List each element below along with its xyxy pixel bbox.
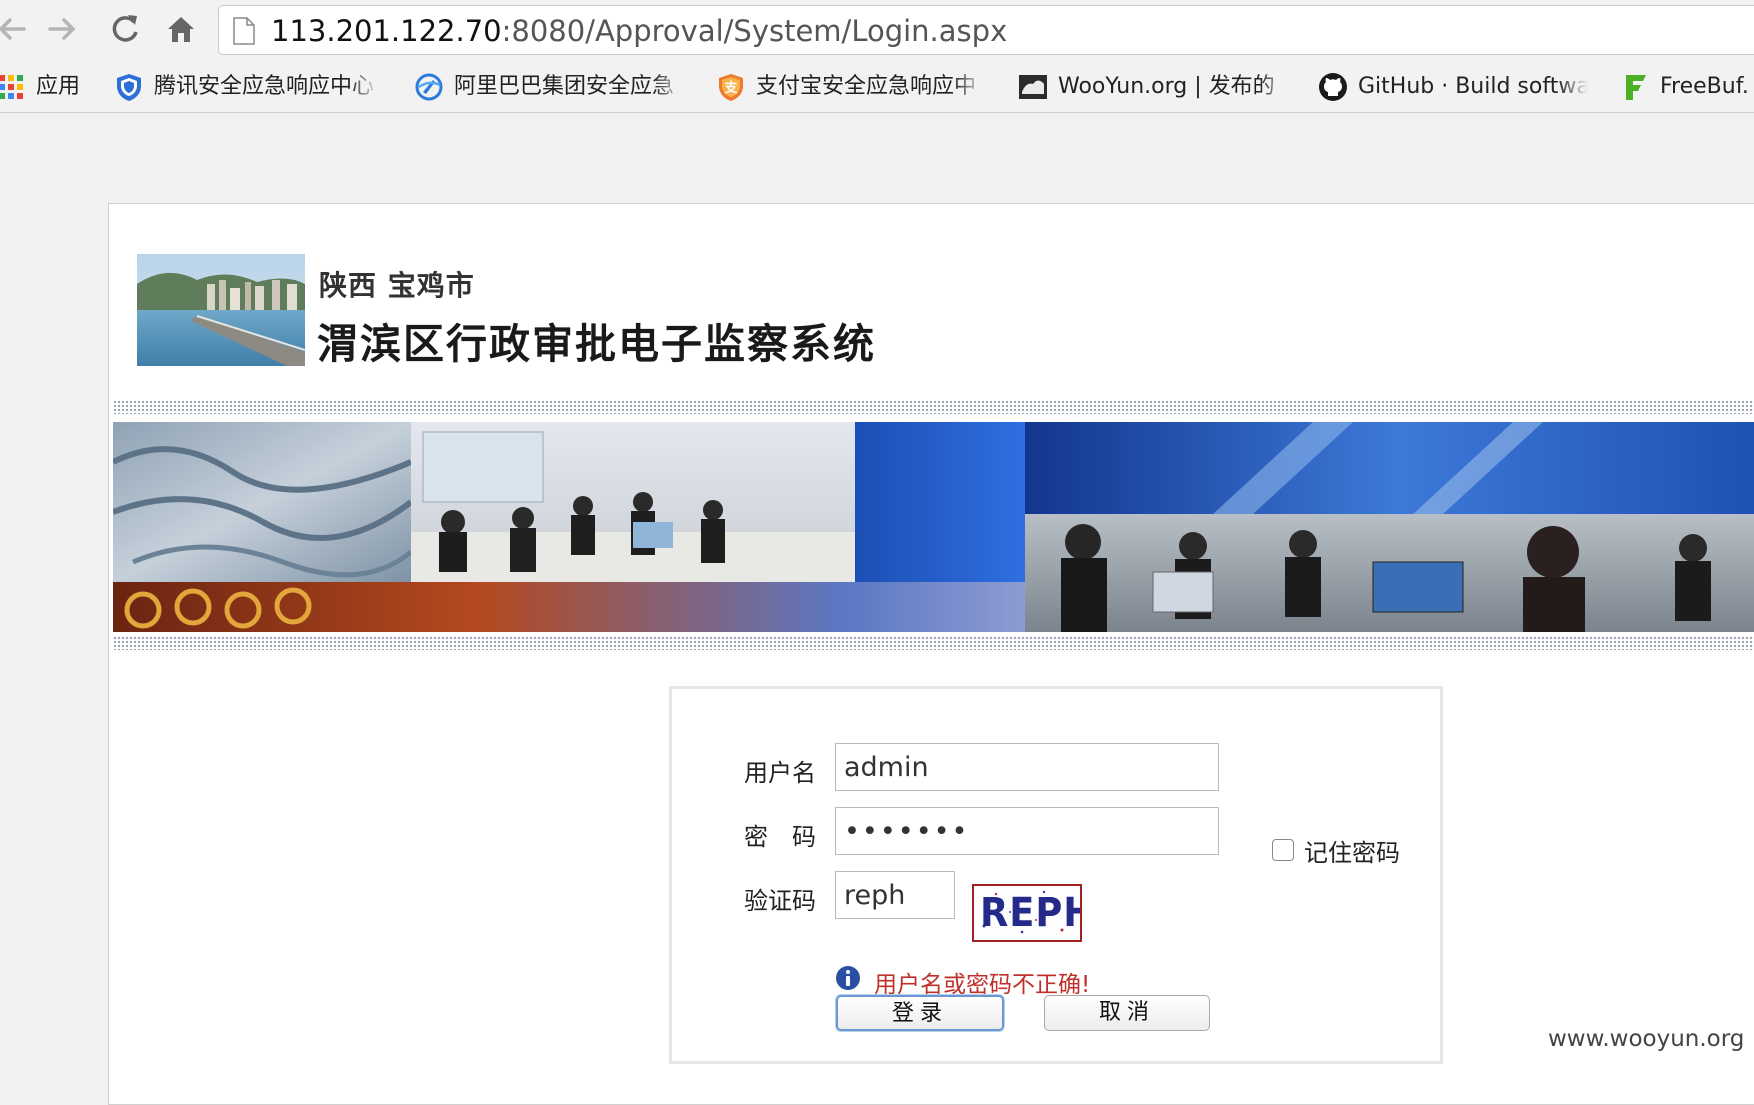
- bookmarks-bar: 应用 腾讯安全应急响应中心 阿里巴巴集团安全应急 支 支付宝安全应急响应中 Wo…: [0, 62, 1754, 113]
- alipay-shield-icon: 支: [719, 74, 743, 101]
- bookmark-alipay-security[interactable]: 支 支付宝安全应急响应中: [716, 70, 986, 104]
- url-path: :8080/Approval/System/Login.aspx: [501, 14, 1008, 48]
- password-input[interactable]: [835, 807, 1219, 855]
- reload-icon[interactable]: [108, 12, 142, 46]
- url-text: 113.201.122.70:8080/Approval/System/Logi…: [271, 16, 1007, 46]
- bookmark-freebuf[interactable]: FreeBuf.: [1620, 70, 1754, 104]
- back-arrow-icon[interactable]: [0, 12, 28, 46]
- forward-arrow-icon[interactable]: [46, 12, 80, 46]
- username-input[interactable]: [835, 743, 1219, 791]
- error-message: 用户名或密码不正确!: [874, 972, 1091, 998]
- bookmark-label: 应用: [36, 74, 81, 99]
- bookmark-tsrc[interactable]: 腾讯安全应急响应中心: [114, 70, 384, 104]
- apps-grid-icon: [0, 75, 23, 99]
- bookmark-github[interactable]: GitHub · Build softwa: [1318, 70, 1590, 104]
- wooyun-icon: [1019, 75, 1047, 99]
- bookmark-wooyun[interactable]: WooYun.org | 发布的: [1018, 70, 1290, 104]
- page-viewport: 陕西 宝鸡市 渭滨区行政审批电子监察系统 用户名 admin 密 码 •••••…: [0, 113, 1754, 1105]
- svg-text:支: 支: [723, 80, 738, 96]
- tsrc-shield-icon: [117, 74, 141, 101]
- province-city-label: 陕西 宝鸡市: [319, 269, 475, 302]
- remember-password-label[interactable]: 记住密码: [1304, 833, 1400, 868]
- remember-password-checkbox[interactable]: [1272, 839, 1294, 861]
- captcha-input[interactable]: [835, 871, 955, 919]
- office-banner-image: [113, 422, 1754, 632]
- bookmark-label: 腾讯安全应急响应中心: [154, 73, 379, 101]
- url-host: 113.201.122.70: [271, 14, 502, 48]
- bookmark-label: WooYun.org | 发布的: [1058, 73, 1290, 101]
- cancel-button[interactable]: 取消: [1044, 995, 1210, 1031]
- captcha-image[interactable]: REPH: [972, 884, 1082, 942]
- login-button[interactable]: 登录: [836, 995, 1004, 1031]
- bookmark-apps[interactable]: 应用: [0, 70, 86, 104]
- password-label: 密 码: [744, 823, 816, 851]
- watermark-text: www.wooyun.org: [1548, 1026, 1745, 1052]
- bookmark-label: GitHub · Build softwa: [1358, 73, 1588, 101]
- bookmark-label: 阿里巴巴集团安全应急: [454, 73, 684, 101]
- captcha-label: 验证码: [744, 887, 816, 915]
- browser-toolbar: 113.201.122.70:8080/Approval/System/Logi…: [0, 0, 1754, 60]
- dotted-divider-top: [113, 400, 1754, 414]
- bookmark-alibaba-security[interactable]: 阿里巴巴集团安全应急: [414, 70, 686, 104]
- login-page: 陕西 宝鸡市 渭滨区行政审批电子监察系统 用户名 admin 密 码 •••••…: [108, 203, 1754, 1105]
- alibaba-security-icon: [415, 73, 443, 101]
- captcha-text: REPH: [980, 890, 1080, 936]
- info-icon: [836, 966, 860, 990]
- system-title: 渭滨区行政审批电子监察系统: [317, 320, 876, 368]
- address-bar[interactable]: 113.201.122.70:8080/Approval/System/Logi…: [218, 5, 1754, 55]
- city-bridge-photo: [137, 254, 305, 366]
- bookmark-label: 支付宝安全应急响应中: [756, 73, 984, 101]
- home-icon[interactable]: [164, 12, 198, 46]
- freebuf-icon: [1626, 75, 1646, 100]
- bookmark-label: FreeBuf.: [1660, 74, 1749, 99]
- github-icon: [1319, 73, 1347, 101]
- login-form: 用户名 密 码 记住密码 验证码 REPH: [669, 686, 1443, 1064]
- dotted-divider-bottom: [113, 636, 1754, 650]
- username-label: 用户名: [744, 759, 816, 787]
- page-icon: [233, 17, 255, 45]
